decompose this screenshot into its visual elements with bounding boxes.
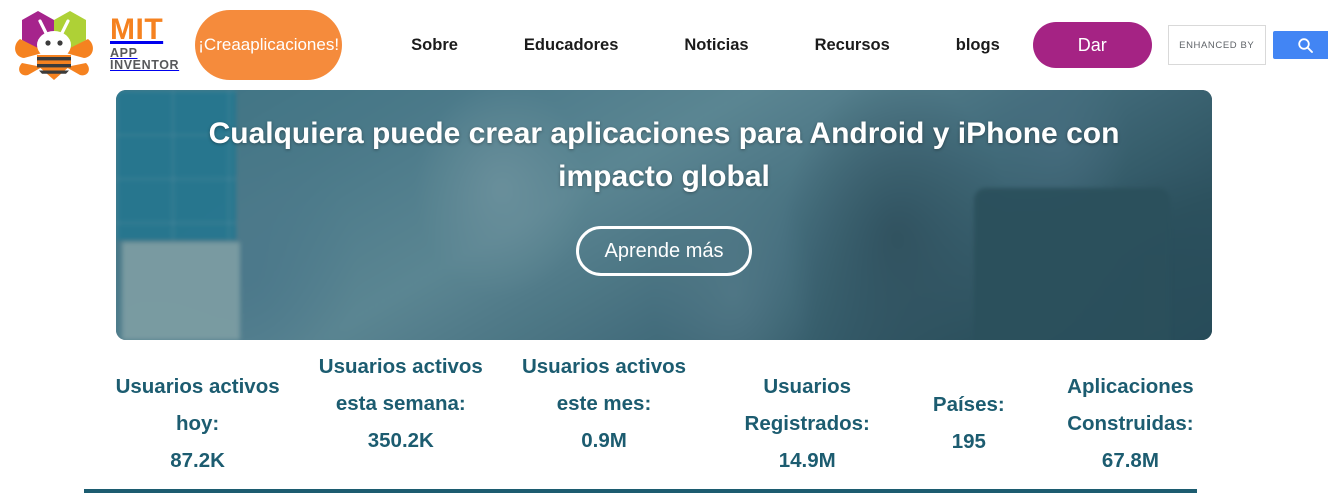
- stat-registered-users: Usuarios Registrados: 14.9M: [706, 348, 909, 479]
- stat-value: 0.9M: [581, 429, 627, 452]
- site-logo-link[interactable]: MIT APP INVENTOR: [12, 7, 179, 83]
- hero-section: Cualquiera puede crear aplicaciones para…: [0, 90, 1328, 340]
- stat-value: 87.2K: [170, 449, 225, 472]
- stat-label: Usuarios activos hoy:: [115, 375, 280, 435]
- logo-wordmark: MIT APP INVENTOR: [110, 12, 180, 76]
- hero-headline: Cualquiera puede crear aplicaciones para…: [208, 117, 1120, 193]
- nav-item-sobre[interactable]: Sobre: [378, 36, 491, 55]
- stat-active-users-today: Usuarios activos hoy: 87.2K: [96, 348, 299, 479]
- section-divider: [84, 489, 1197, 493]
- stat-label: Usuarios activos esta semana:: [318, 355, 483, 415]
- stat-label: Usuarios Registrados:: [744, 375, 870, 435]
- stat-label: Países:: [932, 393, 1005, 416]
- stat-value: 14.9M: [778, 449, 836, 472]
- logo-brand-text: MIT: [110, 12, 164, 46]
- stat-value: 195: [951, 430, 986, 453]
- create-apps-button[interactable]: ¡Crea aplicaciones!: [195, 10, 343, 80]
- learn-more-button[interactable]: Aprende más: [575, 226, 753, 276]
- stat-label: Aplicaciones Construidas:: [1067, 375, 1194, 435]
- stat-active-users-month: Usuarios activos este mes: 0.9M: [502, 348, 705, 459]
- site-header: MIT APP INVENTOR ¡Crea aplicaciones! Sob…: [0, 0, 1328, 90]
- nav-item-noticias[interactable]: Noticias: [651, 36, 781, 55]
- stat-label: Usuarios activos este mes:: [521, 355, 687, 415]
- nav-item-educadores[interactable]: Educadores: [491, 36, 651, 55]
- stat-apps-built: Aplicaciones Construidas: 67.8M: [1029, 348, 1232, 479]
- nav-item-recursos[interactable]: Recursos: [782, 36, 923, 55]
- primary-navigation: Sobre Educadores Noticias Recursos blogs: [378, 36, 1033, 55]
- header-right-cluster: Dar ENHANCED BY: [1032, 22, 1328, 68]
- search-form: ENHANCED BY: [1167, 25, 1328, 65]
- logo-subtitle-text: APP INVENTOR: [110, 45, 180, 72]
- create-apps-button-line1: ¡Crea: [198, 35, 241, 54]
- nav-item-blogs[interactable]: blogs: [923, 36, 1033, 55]
- stat-countries: Países: 195: [909, 348, 1029, 460]
- statistics-section: Usuarios activos hoy: 87.2K Usuarios act…: [0, 340, 1328, 478]
- search-submit-button[interactable]: [1272, 31, 1328, 59]
- search-icon: [1297, 37, 1314, 54]
- hero-content: Cualquiera puede crear aplicaciones para…: [116, 90, 1212, 340]
- create-apps-button-line2: aplicaciones!: [240, 35, 340, 54]
- search-input[interactable]: ENHANCED BY: [1167, 25, 1266, 65]
- statistics-row: Usuarios activos hoy: 87.2K Usuarios act…: [96, 340, 1232, 478]
- donate-button[interactable]: Dar: [1032, 22, 1152, 68]
- stat-value: 67.8M: [1101, 449, 1159, 472]
- hero-banner: Cualquiera puede crear aplicaciones para…: [116, 90, 1212, 340]
- stat-active-users-week: Usuarios activos esta semana: 350.2K: [299, 348, 502, 459]
- app-inventor-bee-logo-icon: [12, 7, 104, 83]
- stat-value: 350.2K: [367, 429, 434, 452]
